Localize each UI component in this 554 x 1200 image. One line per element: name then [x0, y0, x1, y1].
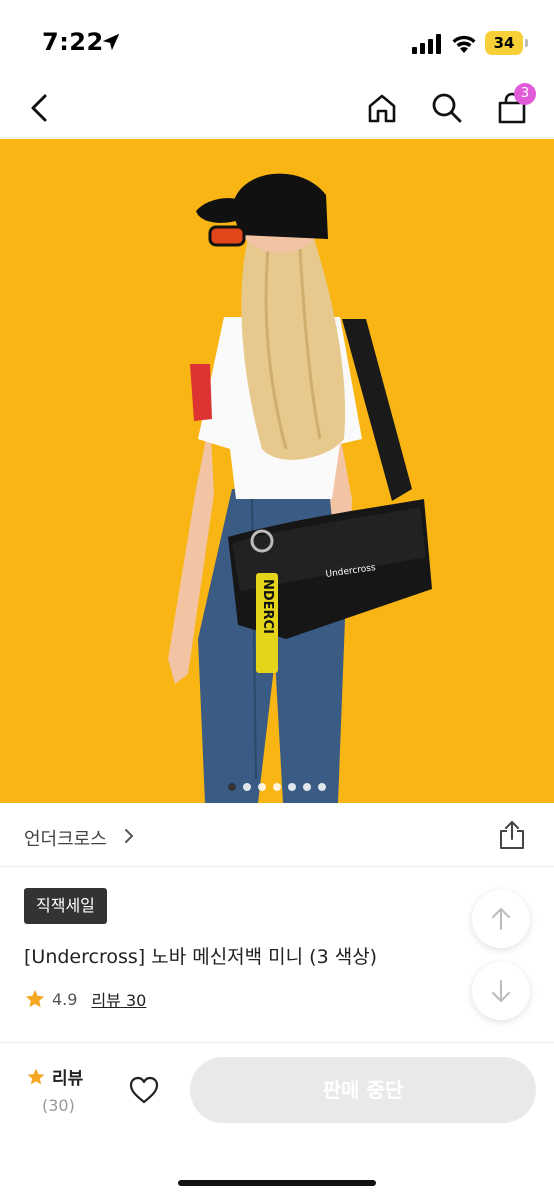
star-icon	[25, 989, 45, 1008]
home-icon	[368, 94, 396, 123]
review-count: (30)	[42, 1096, 75, 1115]
arrow-down-icon	[492, 980, 510, 1002]
home-button[interactable]	[360, 86, 404, 130]
search-icon	[432, 93, 462, 123]
arrow-up-icon	[492, 908, 510, 930]
battery-level: 34	[493, 34, 515, 52]
wishlist-button[interactable]	[124, 1070, 164, 1110]
sale-badge: 직잭세일	[24, 888, 107, 924]
product-photo: Undercross NDERCI	[0, 139, 554, 803]
cellular-signal-icon	[412, 34, 441, 54]
purchase-button[interactable]: 판매 중단	[190, 1057, 536, 1123]
battery-indicator: 34	[485, 31, 523, 55]
cart-count-badge: 3	[514, 83, 536, 105]
gallery-page-indicator	[0, 783, 554, 791]
review-summary-button[interactable]: 리뷰 (30)	[26, 1064, 96, 1115]
keychain-tag-text: NDERCI	[260, 579, 275, 634]
star-icon	[27, 1068, 45, 1084]
gallery-page-dot[interactable]	[288, 783, 296, 791]
rating-row: 4.9 리뷰 30	[24, 987, 146, 1011]
share-button[interactable]	[494, 817, 530, 853]
chevron-right-icon	[125, 829, 133, 843]
product-image-gallery[interactable]: Undercross NDERCI	[0, 139, 554, 803]
heart-icon	[129, 1076, 159, 1104]
gallery-page-dot[interactable]	[318, 783, 326, 791]
review-label: 리뷰	[52, 1069, 84, 1089]
gallery-page-dot[interactable]	[228, 783, 236, 791]
search-button[interactable]	[425, 86, 469, 130]
scroll-down-button[interactable]	[472, 962, 530, 1020]
status-time: 7:22	[42, 28, 104, 56]
battery-tip	[525, 39, 528, 47]
gallery-page-dot[interactable]	[243, 783, 251, 791]
scroll-up-button[interactable]	[472, 890, 530, 948]
product-title: [Undercross] 노바 메신저백 미니 (3 색상)	[24, 946, 378, 968]
brand-row[interactable]: 언더크로스	[0, 803, 554, 867]
bottom-bar-divider	[0, 1042, 554, 1043]
nav-bar	[0, 80, 554, 138]
share-icon	[500, 821, 524, 849]
gallery-page-dot[interactable]	[258, 783, 266, 791]
review-link[interactable]: 리뷰 30	[91, 987, 146, 1011]
home-indicator	[178, 1180, 376, 1186]
brand-name[interactable]: 언더크로스	[24, 825, 107, 851]
back-button[interactable]	[18, 86, 62, 130]
gallery-page-dot[interactable]	[273, 783, 281, 791]
gallery-page-dot[interactable]	[303, 783, 311, 791]
chevron-left-icon	[31, 94, 47, 122]
rating-value: 4.9	[52, 989, 78, 1009]
wifi-icon	[452, 35, 476, 53]
location-arrow-icon	[102, 33, 120, 51]
status-bar: 7:22 34	[0, 0, 554, 80]
